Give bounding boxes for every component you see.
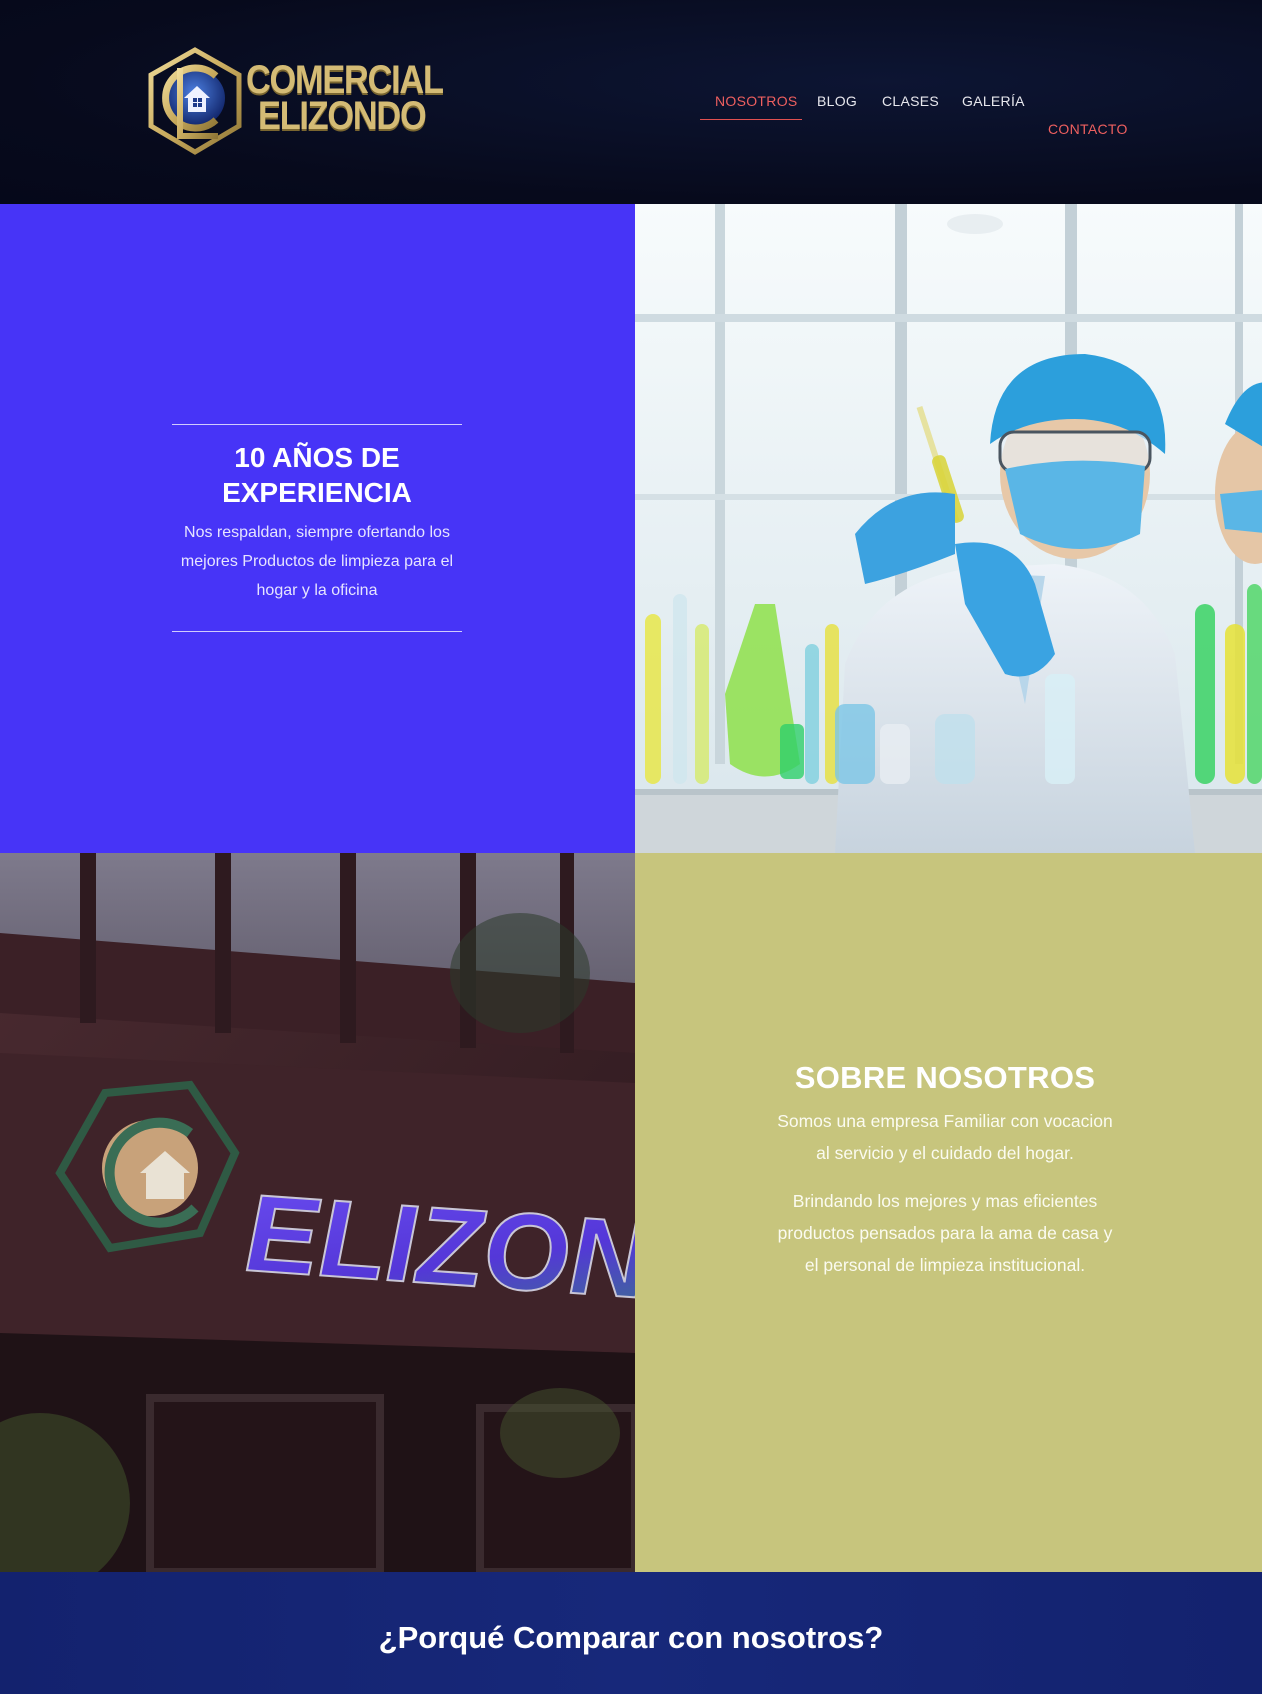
- experience-text: Nos respaldan, siempre ofertando los mej…: [180, 524, 454, 599]
- experience-box: 10 AÑOS DE EXPERIENCIA Nos respaldan, si…: [172, 424, 462, 632]
- nav-active-underline: [700, 119, 802, 120]
- about-paragraph-2: Brindando los mejores y mas eficientes p…: [777, 1191, 1113, 1275]
- nav-item-contacto[interactable]: CONTACTO: [1048, 121, 1128, 137]
- main-nav: NOSOTROS BLOG CLASES GALERÍA CONTACTO: [700, 88, 1130, 148]
- site-header: COMERCIAL ELIZONDO NOSOTROS BLOG CLASES …: [0, 0, 1262, 204]
- logo-emblem-icon: [148, 47, 242, 155]
- nav-item-blog[interactable]: BLOG: [817, 93, 857, 109]
- nav-item-clases[interactable]: CLASES: [882, 93, 939, 109]
- why-us-section: ¿Porqué Comparar con nosotros?: [0, 1572, 1262, 1694]
- divider-top: [172, 424, 462, 425]
- experience-title-line1: 10 AÑOS DE: [234, 442, 400, 473]
- storefront-sign-photo: ELIZONDO: [0, 853, 635, 1572]
- brand-wordmark: COMERCIAL ELIZONDO: [246, 58, 444, 138]
- about-panel: SOBRE NOSOTROS Somos una empresa Familia…: [635, 853, 1262, 1572]
- brand-line2: ELIZONDO: [258, 94, 427, 138]
- why-us-title: ¿Porqué Comparar con nosotros?: [378, 1620, 884, 1655]
- divider-bottom: [172, 631, 462, 632]
- nav-item-nosotros[interactable]: NOSOTROS: [715, 93, 798, 109]
- about-title: SOBRE NOSOTROS: [794, 1060, 1096, 1095]
- experience-title: 10 AÑOS DE EXPERIENCIA: [172, 440, 462, 510]
- storefront-scene-image: ELIZONDO: [0, 853, 635, 1572]
- brand-line1: COMERCIAL: [246, 58, 444, 102]
- brand-logo[interactable]: COMERCIAL ELIZONDO: [140, 46, 450, 156]
- about-content: SOBRE NOSOTROS Somos una empresa Familia…: [775, 1059, 1115, 1281]
- experience-title-line2: EXPERIENCIA: [222, 477, 412, 508]
- lab-scene-image: [635, 204, 1262, 853]
- lab-scientist-photo: [635, 204, 1262, 853]
- about-paragraph-1: Somos una empresa Familiar con vocacion …: [777, 1111, 1113, 1163]
- nav-item-galeria[interactable]: GALERÍA: [962, 93, 1025, 109]
